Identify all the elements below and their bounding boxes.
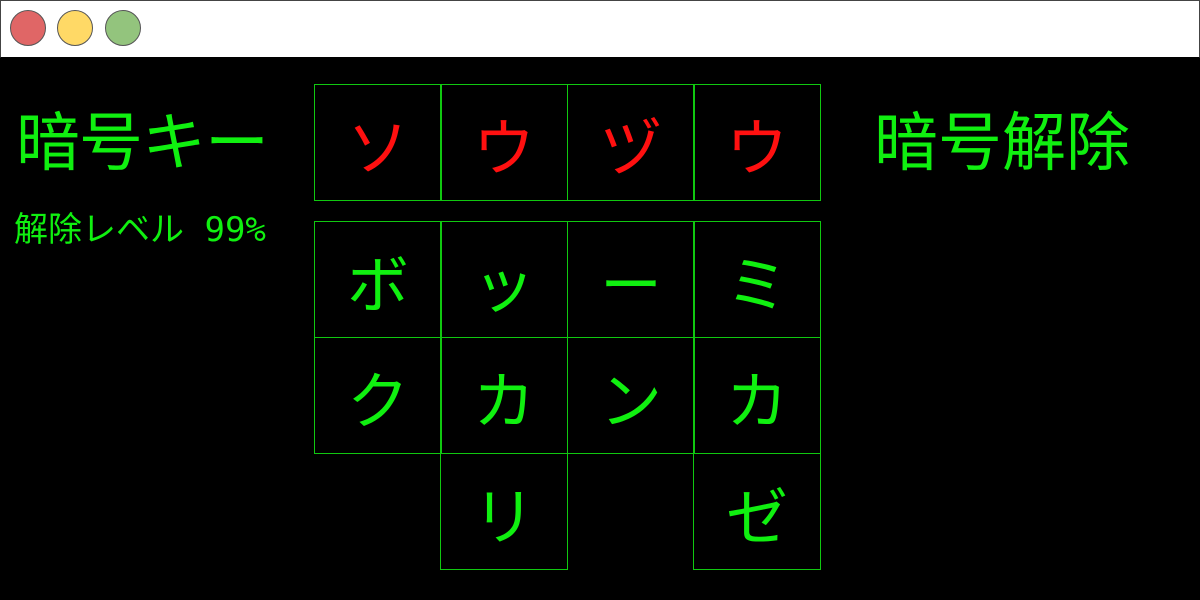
window-titlebar xyxy=(0,0,1200,58)
grid-cell-r1-c4[interactable]: ミ xyxy=(693,221,821,338)
key-cell-3[interactable]: ヅ xyxy=(567,84,695,201)
grid-cell-r3-c2[interactable]: リ xyxy=(440,453,568,570)
grid-cell-r2-c2[interactable]: カ xyxy=(440,337,568,454)
letter-grid: ボ ッ ー ミ ク カ ン カ リ ゼ xyxy=(314,221,821,570)
grid-cell-r3-c4[interactable]: ゼ xyxy=(693,453,821,570)
cipher-key-label: 暗号キー xyxy=(16,107,269,181)
maximize-window-button[interactable] xyxy=(105,10,141,46)
unlock-level-text: 解除レベル 99% xyxy=(14,210,266,250)
grid-cell-r1-c3[interactable]: ー xyxy=(567,221,695,338)
grid-cell-r3-c3 xyxy=(567,453,695,570)
close-window-button[interactable] xyxy=(10,10,46,46)
grid-cell-r1-c2[interactable]: ッ xyxy=(440,221,568,338)
decrypt-label: 暗号解除 xyxy=(874,107,1130,181)
cipher-key-row: ソ ウ ヅ ウ xyxy=(314,84,821,201)
grid-cell-r2-c3[interactable]: ン xyxy=(567,337,695,454)
key-cell-1[interactable]: ソ xyxy=(314,84,442,201)
key-cell-2[interactable]: ウ xyxy=(440,84,568,201)
grid-cell-r3-c1 xyxy=(314,453,442,570)
minimize-window-button[interactable] xyxy=(57,10,93,46)
grid-cell-r2-c4[interactable]: カ xyxy=(693,337,821,454)
grid-cell-r2-c1[interactable]: ク xyxy=(314,337,442,454)
key-cell-4[interactable]: ウ xyxy=(693,84,821,201)
grid-cell-r1-c1[interactable]: ボ xyxy=(314,221,442,338)
